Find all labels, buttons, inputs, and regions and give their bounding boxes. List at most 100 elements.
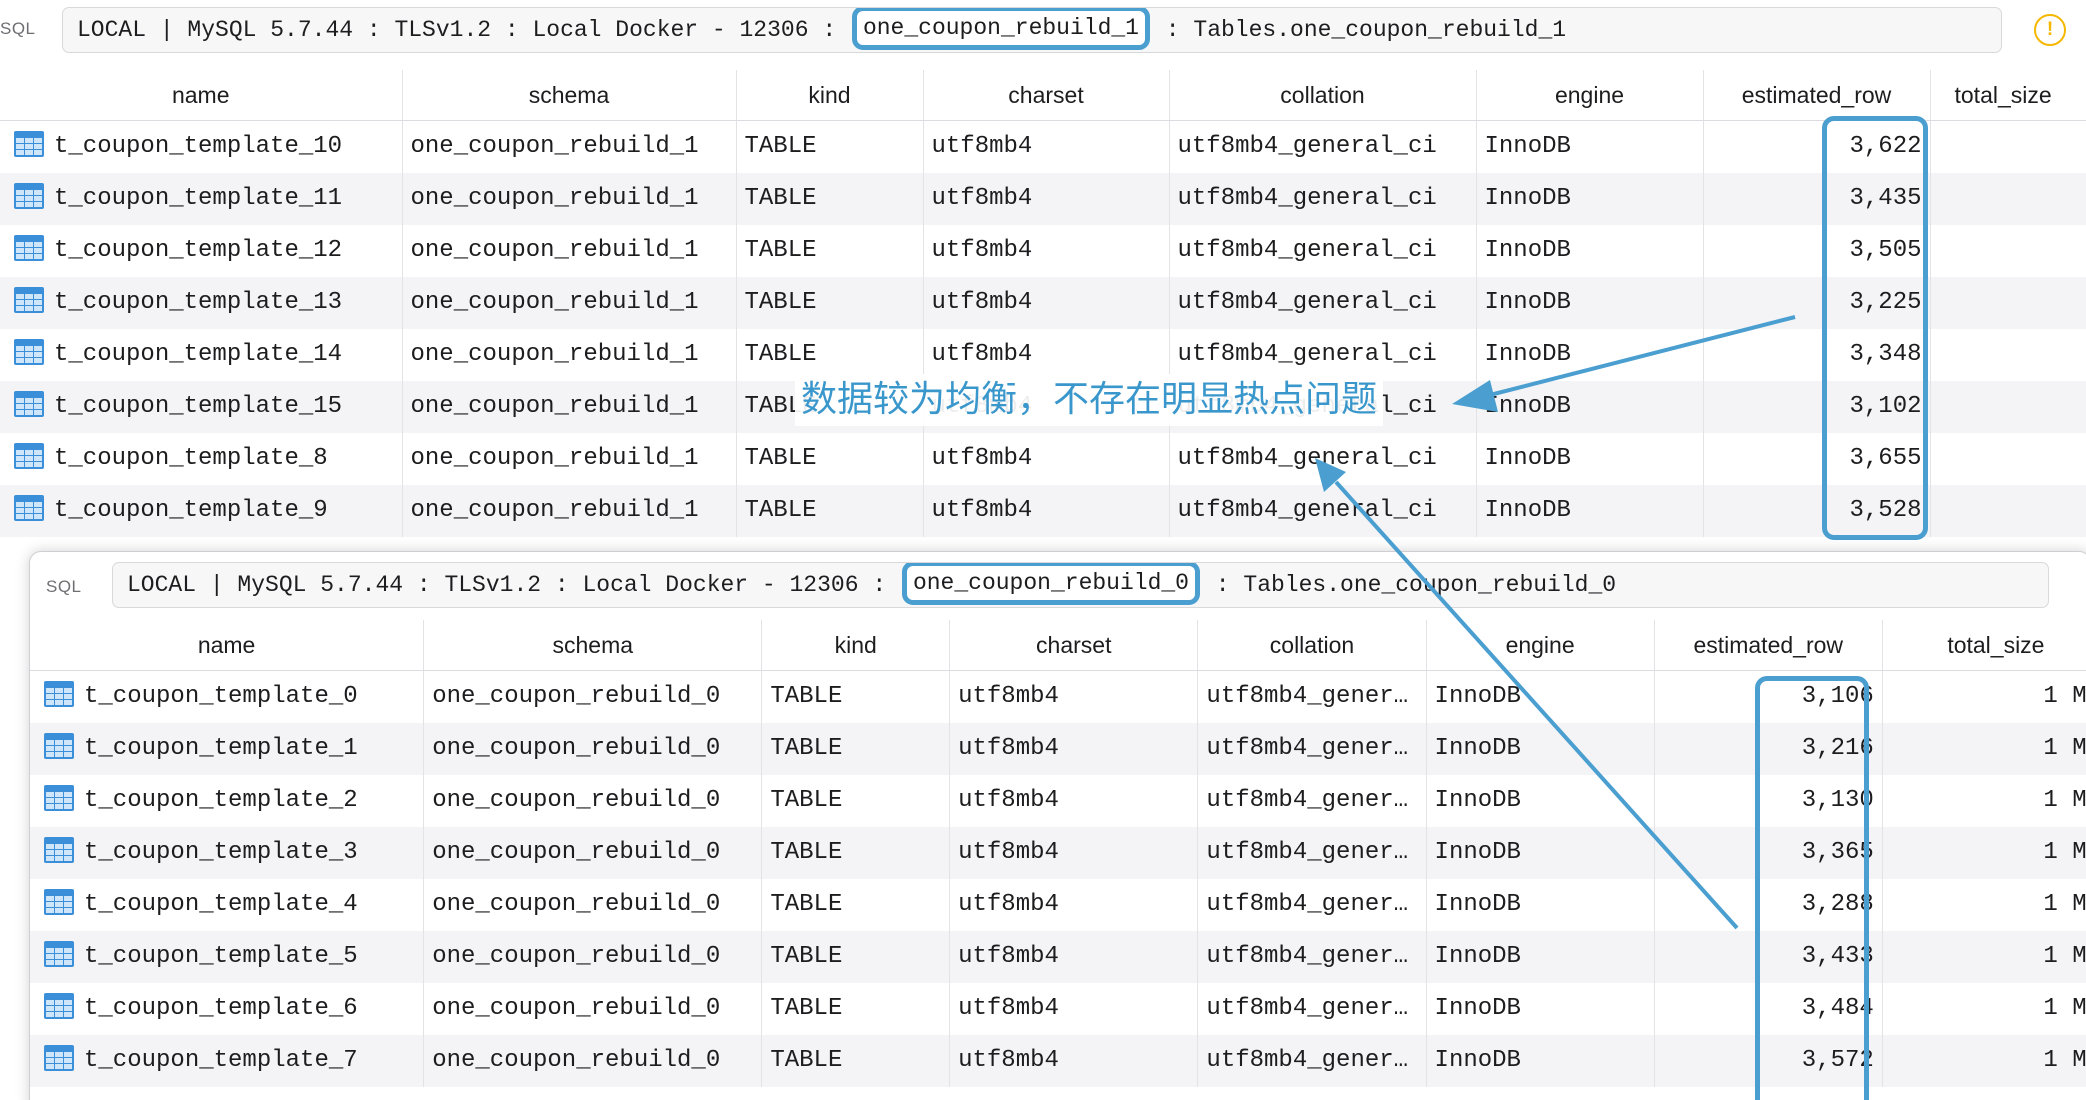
cell-engine[interactable]: InnoDB xyxy=(1426,982,1655,1035)
cell-schema[interactable]: one_coupon_rebuild_0 xyxy=(423,722,763,775)
cell-engine[interactable]: InnoDB xyxy=(1426,774,1655,827)
cell-name[interactable]: t_coupon_template_2 xyxy=(30,774,425,827)
cell-engine[interactable]: InnoDB xyxy=(1426,878,1655,931)
cell-name[interactable]: t_coupon_template_3 xyxy=(30,826,425,879)
cell-total-size[interactable] xyxy=(1930,484,2086,537)
cell-collation[interactable]: utf8mb4_general_ci xyxy=(1169,328,1477,381)
table-row[interactable]: t_coupon_template_3 one_coupon_rebuild_0 T… xyxy=(30,826,2086,879)
cell-charset[interactable]: utf8mb4 xyxy=(949,722,1199,775)
cell-charset[interactable]: utf8mb4 xyxy=(923,224,1170,277)
column-header-engine[interactable]: engine xyxy=(1426,620,1655,671)
cell-schema[interactable]: one_coupon_rebuild_0 xyxy=(423,982,763,1035)
cell-kind[interactable]: TABLE xyxy=(761,774,951,827)
cell-name[interactable]: t_coupon_template_11 xyxy=(0,172,403,225)
cell-engine[interactable]: InnoDB xyxy=(1426,670,1655,723)
cell-charset[interactable]: utf8mb4 xyxy=(923,276,1170,329)
cell-estimated-row[interactable]: 3,288 xyxy=(1654,878,1883,931)
table-row[interactable]: t_coupon_template_14 one_coupon_rebuild_1… xyxy=(0,328,2086,381)
table-row[interactable]: t_coupon_template_9 one_coupon_rebuild_1 T… xyxy=(0,484,2086,537)
cell-schema[interactable]: one_coupon_rebuild_1 xyxy=(402,432,737,485)
cell-kind[interactable]: TABLE xyxy=(736,224,924,277)
cell-estimated-row[interactable]: 3,102 xyxy=(1703,380,1931,433)
cell-collation[interactable]: utf8mb4_gener… xyxy=(1197,1034,1427,1087)
cell-charset[interactable]: utf8mb4 xyxy=(949,930,1199,983)
cell-estimated-row[interactable]: 3,130 xyxy=(1654,774,1883,827)
cell-estimated-row[interactable]: 3,505 xyxy=(1703,224,1931,277)
cell-charset[interactable]: utf8mb4 xyxy=(923,328,1170,381)
table-row[interactable]: t_coupon_template_13 one_coupon_rebuild_1… xyxy=(0,276,2086,329)
cell-engine[interactable]: InnoDB xyxy=(1476,172,1704,225)
cell-schema[interactable]: one_coupon_rebuild_0 xyxy=(423,826,763,879)
cell-total-size[interactable] xyxy=(1930,172,2086,225)
cell-total-size[interactable] xyxy=(1930,328,2086,381)
cell-kind[interactable]: TABLE xyxy=(761,982,951,1035)
cell-name[interactable]: t_coupon_template_14 xyxy=(0,328,403,381)
cell-collation[interactable]: utf8mb4_gener… xyxy=(1197,670,1427,723)
table-row[interactable]: t_coupon_template_11 one_coupon_rebuild_1… xyxy=(0,172,2086,225)
cell-collation[interactable]: utf8mb4_gener… xyxy=(1197,930,1427,983)
cell-charset[interactable]: utf8mb4 xyxy=(923,432,1170,485)
warning-circle-icon[interactable]: ! xyxy=(2034,14,2066,46)
cell-schema[interactable]: one_coupon_rebuild_0 xyxy=(423,774,763,827)
cell-kind[interactable]: TABLE xyxy=(761,878,951,931)
table-row[interactable]: t_coupon_template_5 one_coupon_rebuild_0 T… xyxy=(30,930,2086,983)
cell-charset[interactable]: utf8mb4 xyxy=(949,1034,1199,1087)
cell-engine[interactable]: InnoDB xyxy=(1476,328,1704,381)
cell-collation[interactable]: utf8mb4_general_ci xyxy=(1169,224,1477,277)
cell-total-size[interactable] xyxy=(1930,432,2086,485)
cell-total-size[interactable] xyxy=(1930,120,2086,173)
cell-total-size[interactable]: 1 MB xyxy=(1882,878,2086,931)
cell-collation[interactable]: utf8mb4_gener… xyxy=(1197,774,1427,827)
cell-schema[interactable]: one_coupon_rebuild_0 xyxy=(423,1034,763,1087)
table-row[interactable]: t_coupon_template_10 one_coupon_rebuild_1… xyxy=(0,120,2086,173)
cell-charset[interactable]: utf8mb4 xyxy=(949,826,1199,879)
cell-charset[interactable]: utf8mb4 xyxy=(949,670,1199,723)
cell-engine[interactable]: InnoDB xyxy=(1426,1034,1655,1087)
sql-mode-tag[interactable]: SQL xyxy=(0,19,36,39)
cell-estimated-row[interactable]: 3,528 xyxy=(1703,484,1931,537)
cell-engine[interactable]: InnoDB xyxy=(1476,380,1704,433)
cell-charset[interactable]: utf8mb4 xyxy=(949,982,1199,1035)
table-row[interactable]: t_coupon_template_1 one_coupon_rebuild_0 T… xyxy=(30,722,2086,775)
connection-breadcrumb[interactable]: LOCAL | MySQL 5.7.44 : TLSv1.2 : Local D… xyxy=(62,7,2002,53)
cell-total-size[interactable]: 1 MB xyxy=(1882,670,2086,723)
connection-breadcrumb[interactable]: LOCAL | MySQL 5.7.44 : TLSv1.2 : Local D… xyxy=(112,562,2049,608)
cell-kind[interactable]: TABLE xyxy=(761,826,951,879)
cell-kind[interactable]: TABLE xyxy=(761,670,951,723)
cell-collation[interactable]: utf8mb4_general_ci xyxy=(1169,432,1477,485)
cell-estimated-row[interactable]: 3,365 xyxy=(1654,826,1883,879)
cell-total-size[interactable]: 1 MB xyxy=(1882,1034,2086,1087)
sql-mode-tag[interactable]: SQL xyxy=(46,577,82,597)
cell-estimated-row[interactable]: 3,622 xyxy=(1703,120,1931,173)
cell-collation[interactable]: utf8mb4_general_ci xyxy=(1169,276,1477,329)
table-row[interactable]: t_coupon_template_7 one_coupon_rebuild_0 T… xyxy=(30,1034,2086,1087)
cell-name[interactable]: t_coupon_template_0 xyxy=(30,670,425,723)
column-header-estimated-row[interactable]: estimated_row xyxy=(1654,620,1883,671)
cell-schema[interactable]: one_coupon_rebuild_1 xyxy=(402,224,737,277)
table-row[interactable]: t_coupon_template_2 one_coupon_rebuild_0 T… xyxy=(30,774,2086,827)
cell-schema[interactable]: one_coupon_rebuild_1 xyxy=(402,276,737,329)
database-name-chip[interactable]: one_coupon_rebuild_1 xyxy=(851,8,1150,50)
cell-estimated-row[interactable]: 3,435 xyxy=(1703,172,1931,225)
cell-schema[interactable]: one_coupon_rebuild_0 xyxy=(423,878,763,931)
cell-total-size[interactable] xyxy=(1930,276,2086,329)
table-row[interactable]: t_coupon_template_0 one_coupon_rebuild_0 T… xyxy=(30,670,2086,723)
cell-schema[interactable]: one_coupon_rebuild_1 xyxy=(402,172,737,225)
cell-total-size[interactable]: 1 MB xyxy=(1882,774,2086,827)
cell-name[interactable]: t_coupon_template_9 xyxy=(0,484,403,537)
cell-engine[interactable]: InnoDB xyxy=(1426,930,1655,983)
cell-kind[interactable]: TABLE xyxy=(736,328,924,381)
cell-charset[interactable]: utf8mb4 xyxy=(923,172,1170,225)
cell-name[interactable]: t_coupon_template_8 xyxy=(0,432,403,485)
cell-kind[interactable]: TABLE xyxy=(736,484,924,537)
cell-name[interactable]: t_coupon_template_12 xyxy=(0,224,403,277)
cell-charset[interactable]: utf8mb4 xyxy=(949,774,1199,827)
cell-schema[interactable]: one_coupon_rebuild_0 xyxy=(423,670,763,723)
cell-collation[interactable]: utf8mb4_general_ci xyxy=(1169,172,1477,225)
cell-collation[interactable]: utf8mb4_general_ci xyxy=(1169,120,1477,173)
column-header-name[interactable]: name xyxy=(30,620,425,671)
cell-engine[interactable]: InnoDB xyxy=(1426,826,1655,879)
table-row[interactable]: t_coupon_template_12 one_coupon_rebuild_1… xyxy=(0,224,2086,277)
cell-collation[interactable]: utf8mb4_general_ci xyxy=(1169,484,1477,537)
cell-name[interactable]: t_coupon_template_10 xyxy=(0,120,403,173)
